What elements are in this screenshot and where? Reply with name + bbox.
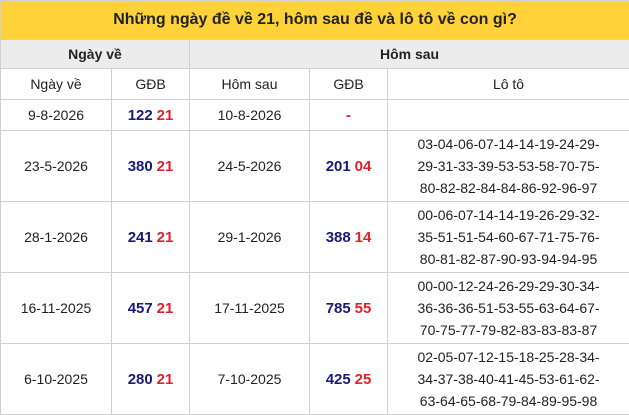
next-gdb-cell: 425 25 bbox=[310, 344, 388, 415]
gdb-prefix: 380 bbox=[128, 158, 153, 175]
table-row: 23-5-2026 380 21 24-5-2026 201 04 03-04-… bbox=[1, 131, 629, 202]
next-gdb-suffix: 55 bbox=[355, 300, 372, 317]
gdb-prefix: 241 bbox=[128, 229, 153, 246]
loto-line: 00-06-07-14-14-19-26-29-32- bbox=[388, 204, 629, 226]
loto-line: 36-36-36-51-53-55-63-64-67- bbox=[388, 297, 629, 319]
results-table: Những ngày đề về 21, hôm sau đề và lô tô… bbox=[0, 0, 629, 415]
loto-cell: 00-06-07-14-14-19-26-29-32- 35-51-51-54-… bbox=[388, 202, 629, 273]
loto-line: 03-04-06-07-14-14-19-24-29- bbox=[388, 133, 629, 155]
gdb-suffix: 21 bbox=[157, 229, 174, 246]
loto-line: 63-64-65-68-79-84-89-95-98 bbox=[388, 390, 629, 412]
next-gdb-suffix: 14 bbox=[355, 229, 372, 246]
loto-line: 00-00-12-24-26-29-29-30-34- bbox=[388, 275, 629, 297]
date-cell: 28-1-2026 bbox=[1, 202, 112, 273]
loto-cell: 03-04-06-07-14-14-19-24-29- 29-31-33-39-… bbox=[388, 131, 629, 202]
gdb-cell: 280 21 bbox=[112, 344, 190, 415]
next-date-cell: 17-11-2025 bbox=[190, 273, 310, 344]
gdb-cell: 457 21 bbox=[112, 273, 190, 344]
loto-cell: 00-00-12-24-26-29-29-30-34- 36-36-36-51-… bbox=[388, 273, 629, 344]
next-gdb-suffix: 04 bbox=[355, 158, 372, 175]
loto-line: 02-05-07-12-15-18-25-28-34- bbox=[388, 346, 629, 368]
loto-line: 70-75-77-79-82-83-83-83-87 bbox=[388, 319, 629, 341]
next-gdb-cell: 785 55 bbox=[310, 273, 388, 344]
loto-line: 29-31-33-39-53-53-58-70-75- bbox=[388, 155, 629, 177]
next-gdb-prefix: 785 bbox=[326, 300, 351, 317]
next-gdb-suffix: 25 bbox=[355, 371, 372, 388]
col-header-date: Ngày về bbox=[1, 69, 112, 100]
col-header-next-date: Hôm sau bbox=[190, 69, 310, 100]
table-row: 28-1-2026 241 21 29-1-2026 388 14 00-06-… bbox=[1, 202, 629, 273]
date-cell: 23-5-2026 bbox=[1, 131, 112, 202]
next-gdb-cell: 388 14 bbox=[310, 202, 388, 273]
gdb-suffix: 21 bbox=[157, 300, 174, 317]
next-gdb-prefix: 425 bbox=[326, 371, 351, 388]
date-cell: 16-11-2025 bbox=[1, 273, 112, 344]
loto-cell bbox=[388, 100, 629, 131]
gdb-prefix: 457 bbox=[128, 300, 153, 317]
gdb-suffix: 21 bbox=[157, 371, 174, 388]
gdb-prefix: 280 bbox=[128, 371, 153, 388]
col-header-loto: Lô tô bbox=[388, 69, 629, 100]
loto-line: 80-82-82-84-84-86-92-96-97 bbox=[388, 177, 629, 199]
gdb-suffix: 21 bbox=[157, 107, 174, 124]
gdb-cell: 380 21 bbox=[112, 131, 190, 202]
date-cell: 6-10-2025 bbox=[1, 344, 112, 415]
loto-line: 80-81-82-87-90-93-94-94-95 bbox=[388, 248, 629, 270]
next-gdb-prefix: 388 bbox=[326, 229, 351, 246]
loto-line: 34-37-38-40-41-45-53-61-62- bbox=[388, 368, 629, 390]
next-date-cell: 24-5-2026 bbox=[190, 131, 310, 202]
gdb-cell: 122 21 bbox=[112, 100, 190, 131]
loto-cell: 02-05-07-12-15-18-25-28-34- 34-37-38-40-… bbox=[388, 344, 629, 415]
next-gdb-cell: 201 04 bbox=[310, 131, 388, 202]
gdb-suffix: 21 bbox=[157, 158, 174, 175]
date-cell: 9-8-2026 bbox=[1, 100, 112, 131]
gdb-prefix: 122 bbox=[128, 107, 153, 124]
col-header-gdb: GĐB bbox=[112, 69, 190, 100]
next-date-cell: 7-10-2025 bbox=[190, 344, 310, 415]
table-title: Những ngày đề về 21, hôm sau đề và lô tô… bbox=[1, 1, 629, 40]
next-gdb-suffix: - bbox=[346, 107, 351, 124]
table-row: 6-10-2025 280 21 7-10-2025 425 25 02-05-… bbox=[1, 344, 629, 415]
loto-line: 35-51-51-54-60-67-71-75-76- bbox=[388, 226, 629, 248]
gdb-cell: 241 21 bbox=[112, 202, 190, 273]
table-row: 9-8-2026 122 21 10-8-2026 - bbox=[1, 100, 629, 131]
next-gdb-cell: - bbox=[310, 100, 388, 131]
group-header-left: Ngày về bbox=[1, 40, 190, 69]
table-row: 16-11-2025 457 21 17-11-2025 785 55 00-0… bbox=[1, 273, 629, 344]
group-header-right: Hôm sau bbox=[190, 40, 629, 69]
col-header-next-gdb: GĐB bbox=[310, 69, 388, 100]
next-date-cell: 10-8-2026 bbox=[190, 100, 310, 131]
next-gdb-prefix: 201 bbox=[326, 158, 351, 175]
next-date-cell: 29-1-2026 bbox=[190, 202, 310, 273]
